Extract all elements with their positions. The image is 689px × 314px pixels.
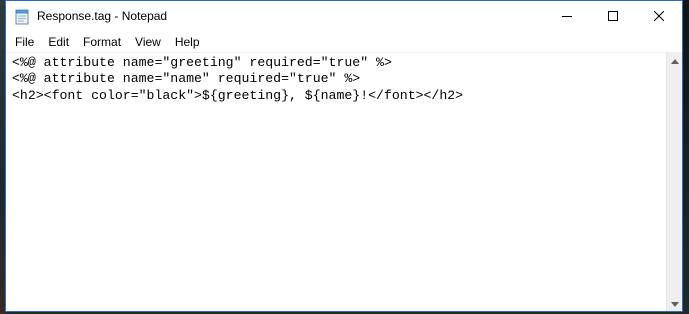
menu-file[interactable]: File [6,32,41,52]
close-button[interactable] [636,1,682,32]
text-editor[interactable]: <%@ attribute name="greeting" required="… [6,52,666,311]
minimize-button[interactable] [544,1,590,32]
title-bar[interactable]: Response.tag - Notepad [6,1,682,32]
menu-edit[interactable]: Edit [41,32,76,52]
scroll-up-button[interactable] [667,52,682,68]
minimize-icon [562,8,572,26]
vertical-scrollbar[interactable] [666,52,682,311]
notepad-window: Response.tag - Notepad File Edit Format … [5,0,683,312]
menu-bar: File Edit Format View Help [6,32,682,52]
menu-view[interactable]: View [128,32,168,52]
editor-line-3: <h2><font color="black">${greeting}, ${n… [12,88,464,103]
notepad-icon [15,9,29,25]
menu-format[interactable]: Format [76,32,128,52]
maximize-button[interactable] [590,1,636,32]
maximize-icon [608,8,618,26]
close-icon [653,8,665,26]
editor-line-2: <%@ attribute name="name" required="true… [12,71,361,86]
scroll-down-arrow-icon [670,294,679,312]
scroll-down-button[interactable] [667,295,682,311]
window-title: Response.tag - Notepad [37,9,168,23]
editor-line-1: <%@ attribute name="greeting" required="… [12,55,392,70]
desktop-background-right [683,0,689,314]
scroll-up-arrow-icon [670,51,679,69]
menu-help[interactable]: Help [168,32,207,52]
